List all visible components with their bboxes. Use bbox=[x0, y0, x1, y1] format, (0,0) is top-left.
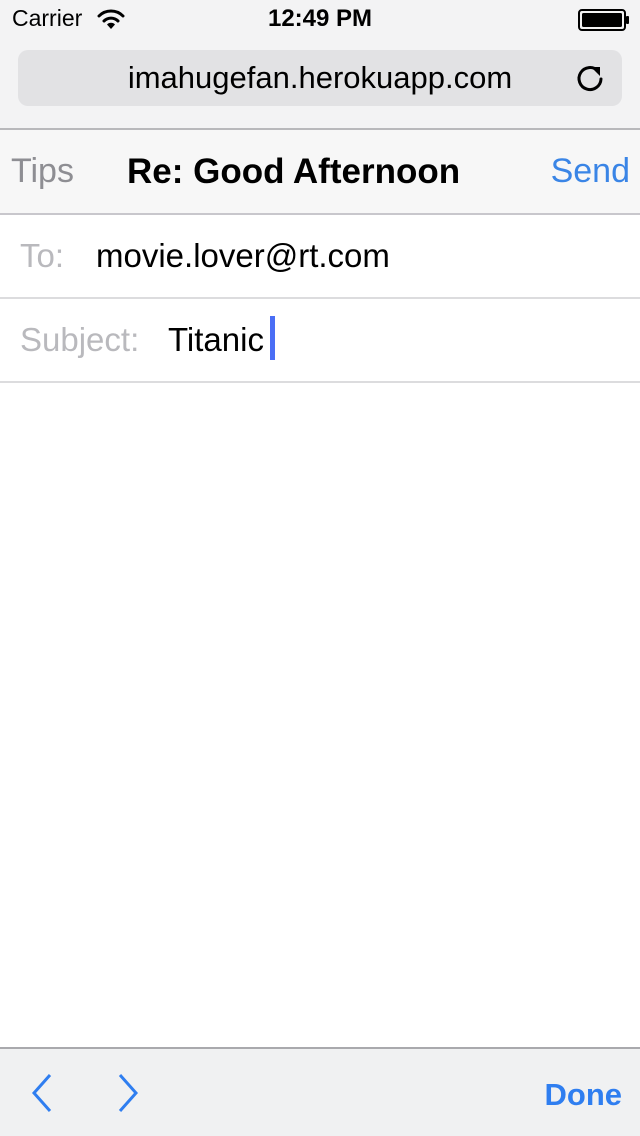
chevron-left-icon[interactable] bbox=[24, 1071, 60, 1115]
subject-field[interactable]: Titanic bbox=[168, 321, 264, 359]
url-field[interactable]: imahugefan.herokuapp.com bbox=[18, 50, 622, 106]
text-caret bbox=[270, 316, 275, 360]
reload-icon[interactable] bbox=[574, 62, 606, 94]
subject-field-row[interactable]: Subject: Titanic bbox=[0, 299, 640, 383]
url-text[interactable]: imahugefan.herokuapp.com bbox=[18, 60, 622, 96]
send-button[interactable]: Send bbox=[551, 152, 630, 191]
done-button[interactable]: Done bbox=[545, 1077, 623, 1113]
subject-label: Subject: bbox=[20, 321, 140, 358]
message-body[interactable] bbox=[0, 383, 640, 1047]
chevron-right-icon[interactable] bbox=[110, 1071, 146, 1115]
battery-icon bbox=[578, 9, 629, 31]
status-bar: Carrier 12:49 PM bbox=[0, 0, 640, 40]
browser-address-bar: imahugefan.herokuapp.com bbox=[0, 40, 640, 130]
to-field-row[interactable]: To: movie.lover@rt.com bbox=[0, 215, 640, 299]
screen: Carrier 12:49 PM imahugefan.herokuapp.co… bbox=[0, 0, 640, 1136]
to-field[interactable]: movie.lover@rt.com bbox=[96, 237, 390, 275]
keyboard-toolbar: Done bbox=[0, 1047, 640, 1136]
status-time: 12:49 PM bbox=[267, 5, 373, 32]
compose-title: Re: Good Afternoon bbox=[127, 152, 461, 191]
to-label: To: bbox=[20, 237, 65, 274]
compose-header: Tips Re: Good Afternoon Send bbox=[0, 130, 640, 215]
tips-button[interactable]: Tips bbox=[11, 152, 74, 191]
